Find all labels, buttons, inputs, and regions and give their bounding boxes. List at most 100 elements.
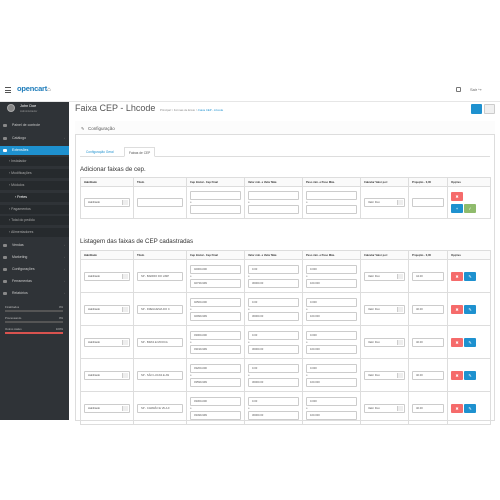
value-max-input[interactable]: 30000.00 [248, 311, 299, 321]
title-input[interactable] [137, 198, 183, 207]
weight-min-input[interactable]: 0.000 [306, 396, 357, 406]
weight-max-input[interactable]: 100.000 [306, 311, 357, 321]
cep-end-input[interactable]: 02999-999 [190, 311, 241, 321]
calc-select[interactable]: Valor Fixo [364, 337, 405, 347]
value-max-input[interactable]: 30000.00 [248, 344, 299, 354]
title-input[interactable]: SP - SÃO LUCAS E AN [137, 370, 183, 380]
logo-text: opencart [17, 84, 48, 93]
calc-select[interactable]: Valor Fixo [364, 403, 405, 413]
save-button[interactable] [471, 104, 482, 114]
enabled-select[interactable]: Habilitado [84, 271, 130, 281]
weight-min-input[interactable]: 0.000 [306, 330, 357, 340]
enabled-select[interactable]: Habilitado [84, 198, 130, 207]
projection-input[interactable]: 40.00 [412, 370, 444, 380]
projection-input[interactable]: 40.00 [412, 304, 444, 314]
delete-button[interactable]: ✖ [451, 271, 463, 281]
cep-end-input[interactable]: 03499-999 [190, 410, 241, 420]
cep-end-input[interactable]: 02739-999 [190, 278, 241, 288]
back-button[interactable] [484, 104, 495, 114]
weight-max-input[interactable]: 100.000 [306, 344, 357, 354]
cep-start-input[interactable]: 03300-000 [190, 396, 241, 406]
edit-button[interactable]: ✎ [464, 271, 476, 281]
edit-button[interactable]: ✎ [464, 304, 476, 314]
projection-input[interactable]: 40.00 [412, 337, 444, 347]
sidebar-item-shipping[interactable]: › Fretes [0, 193, 69, 202]
calc-select[interactable]: Valor Fixo [364, 271, 405, 281]
title-input[interactable]: SP - FREGUESIA DO C [137, 304, 183, 314]
value-max-input[interactable]: 30000.00 [248, 410, 299, 420]
cep-end-input[interactable]: 03599-999 [190, 377, 241, 387]
delete-button[interactable]: ✖ [451, 304, 463, 314]
edit-button[interactable]: ✎ [464, 403, 476, 413]
weight-max-input[interactable]: 100.000 [306, 377, 357, 387]
value-min-input[interactable]: 0.00 [248, 363, 299, 373]
sidebar-item-reports[interactable]: Relatórios › [0, 289, 69, 298]
projection-input[interactable] [412, 198, 444, 207]
sidebar-item-feeds[interactable]: › Alimentadores [0, 228, 69, 237]
calc-select[interactable]: Valor Fixo [364, 370, 405, 380]
value-min-input[interactable]: 0.00 [248, 396, 299, 406]
title-input[interactable]: SP - BRAS E MOOCA [137, 337, 183, 347]
sidebar-item-settings[interactable]: Configurações › [0, 265, 69, 274]
value-max-input[interactable] [248, 205, 299, 214]
sidebar-item-tools[interactable]: Ferramentas › [0, 277, 69, 286]
sidebar-item-dashboard[interactable]: Painel de controle [0, 121, 69, 130]
value-max-input[interactable]: 30000.00 [248, 278, 299, 288]
breadcrumb-home[interactable]: Principal [160, 108, 171, 112]
enabled-select[interactable]: Habilitado [84, 304, 130, 314]
cep-start-input[interactable]: 03000-000 [190, 330, 241, 340]
weight-min-input[interactable]: 0.000 [306, 264, 357, 274]
value-min-input[interactable]: 0.00 [248, 330, 299, 340]
sidebar-item-sales[interactable]: Vendas › [0, 241, 69, 250]
weight-min-input[interactable] [306, 191, 357, 200]
cep-start-input[interactable] [190, 191, 241, 200]
title-input[interactable]: SP - CARRÃO E VILA F [137, 403, 183, 413]
value-min-input[interactable]: 0.00 [248, 297, 299, 307]
weight-min-input[interactable]: 0.000 [306, 363, 357, 373]
weight-min-input[interactable]: 0.000 [306, 297, 357, 307]
sidebar-item-catalog[interactable]: Catálogo › [0, 134, 69, 143]
logout-link[interactable]: Sair ↪ [470, 87, 482, 92]
weight-max-input[interactable]: 100.000 [306, 410, 357, 420]
weight-max-input[interactable]: 100.000 [306, 278, 357, 288]
sidebar-item-marketing[interactable]: Marketing › [0, 253, 69, 262]
calc-select[interactable]: Valor Fixo [364, 198, 405, 207]
store-icon[interactable] [456, 87, 461, 92]
delete-button[interactable]: ✖ [451, 370, 463, 380]
projection-input[interactable]: 40.00 [412, 403, 444, 413]
breadcrumb-shipping[interactable]: Formas de Envio [174, 108, 195, 112]
tab-general[interactable]: Configuração Geral [82, 147, 118, 157]
edit-button[interactable]: ✎ [464, 370, 476, 380]
breadcrumb-current[interactable]: Faixa CEP - Lhcode [198, 108, 223, 112]
projection-input[interactable]: 44.00 [412, 271, 444, 281]
enabled-select[interactable]: Habilitado [84, 337, 130, 347]
cep-start-input[interactable]: 02000-000 [190, 264, 241, 274]
sidebar-item-order-total[interactable]: › Total do pedido [0, 216, 69, 225]
cep-start-input[interactable]: 03200-000 [190, 363, 241, 373]
sidebar-item-extensions[interactable]: Extensões [0, 146, 69, 155]
sidebar-item-payments[interactable]: › Pagamentos [0, 205, 69, 214]
cep-end-input[interactable] [190, 205, 241, 214]
sidebar-item-installer[interactable]: › Instalador [0, 157, 69, 166]
delete-button[interactable]: ✖ [451, 403, 463, 413]
opencart-logo[interactable]: opencart⌂ [17, 84, 51, 93]
add-button[interactable]: + [451, 204, 463, 213]
enabled-select[interactable]: Habilitado [84, 370, 130, 380]
menu-toggle-icon[interactable] [5, 87, 11, 93]
value-min-input[interactable]: 0.00 [248, 264, 299, 274]
tab-cep-ranges[interactable]: Faixas de CEP [124, 147, 156, 157]
confirm-button[interactable]: ✓ [464, 204, 476, 213]
cep-end-input[interactable]: 03199-999 [190, 344, 241, 354]
sidebar-item-modifications[interactable]: › Modificações [0, 169, 69, 178]
edit-button[interactable]: ✎ [464, 337, 476, 347]
title-input[interactable]: SP - BAIRRO DO LIMP [137, 271, 183, 281]
value-max-input[interactable]: 30000.00 [248, 377, 299, 387]
cep-start-input[interactable]: 02500-000 [190, 297, 241, 307]
sidebar-item-modules[interactable]: › Módulos [0, 181, 69, 190]
delete-button[interactable]: ✖ [451, 337, 463, 347]
weight-max-input[interactable] [306, 205, 357, 214]
enabled-select[interactable]: Habilitado [84, 403, 130, 413]
calc-select[interactable]: Valor Fixo [364, 304, 405, 314]
value-min-input[interactable] [248, 191, 299, 200]
clear-button[interactable]: ✖ [451, 192, 463, 201]
